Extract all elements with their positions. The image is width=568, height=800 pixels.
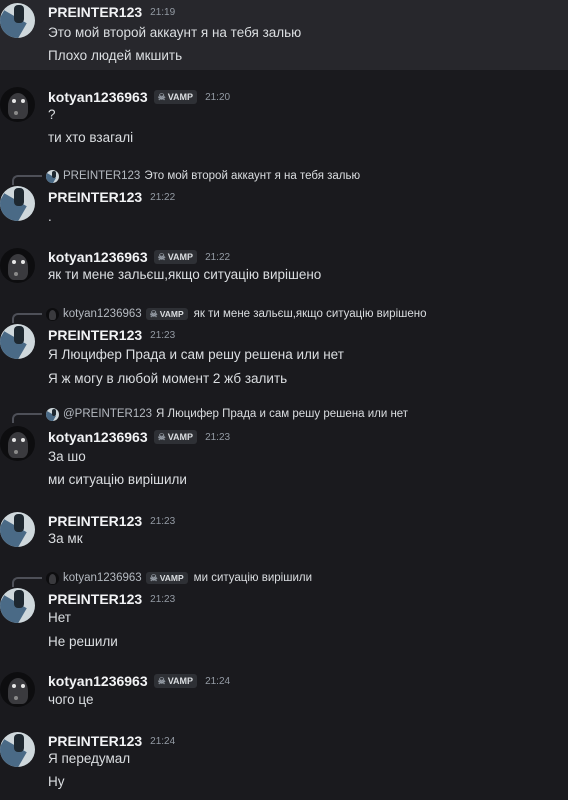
timestamp: 21:23 [205, 431, 231, 443]
username[interactable]: PREINTER123 [48, 591, 142, 607]
reply-username[interactable]: @PREINTER123 [63, 408, 152, 420]
skull-icon: ☠ [157, 675, 166, 686]
reply-clan-tag: ☠ VAMP [145, 572, 188, 584]
chat-message[interactable]: kotyan1236963 ☠ VAMP 21:24 чого це [0, 668, 568, 718]
message-text: ми ситуацію вирішили [48, 472, 187, 487]
message-text: Не решили [48, 634, 118, 649]
reply-reference[interactable]: kotyan1236963 ☠ VAMP ми ситуацію вирішили [12, 570, 313, 587]
chat-message[interactable]: kotyan1236963 ☠ VAMP 21:20 ? ти хто взага… [0, 82, 568, 152]
username[interactable]: kotyan1236963 [48, 89, 148, 105]
clan-tag-label: VAMP [167, 432, 194, 442]
username[interactable]: PREINTER123 [48, 513, 142, 529]
chat-message[interactable]: PREINTER123 Это мой второй аккаунт я на … [0, 166, 568, 232]
message-text: Это мой второй аккаунт я на тебя залью [48, 25, 302, 40]
message-text: Я Люцифер Прада и сам решу решена или не… [48, 347, 344, 362]
chat-message[interactable]: kotyan1236963 ☠ VAMP як ти мене зальєш,як… [0, 304, 568, 390]
timestamp: 21:22 [150, 191, 176, 203]
username[interactable]: PREINTER123 [48, 4, 142, 20]
reply-username[interactable]: PREINTER123 [63, 170, 140, 182]
clan-tag-label: VAMP [167, 92, 194, 102]
message-text: За мк [48, 531, 83, 546]
timestamp: 21:19 [150, 6, 176, 18]
message-text: Я передумал [48, 751, 131, 766]
reply-reference[interactable]: PREINTER123 Это мой второй аккаунт я на … [12, 168, 361, 185]
chat-message[interactable]: PREINTER123 21:24 Я передумал Ну [0, 728, 568, 800]
message-text: Плохо людей мкшить [48, 48, 183, 63]
avatar[interactable] [0, 324, 35, 359]
reply-text: як ти мене зальєш,якщо ситуацію вирішено [193, 308, 427, 320]
reply-text: Я Люцифер Прада и сам решу решена или не… [156, 408, 409, 420]
reply-avatar [46, 407, 59, 421]
timestamp: 21:22 [205, 251, 231, 263]
message-text: Нет [48, 610, 71, 625]
clan-tag[interactable]: ☠ VAMP [153, 250, 198, 264]
reply-avatar [46, 169, 59, 183]
username[interactable]: PREINTER123 [48, 189, 142, 205]
chat-message[interactable]: kotyan1236963 ☠ VAMP ми ситуацію вирішили… [0, 568, 568, 654]
reply-reference[interactable]: @PREINTER123 Я Люцифер Прада и сам решу … [12, 406, 409, 423]
clan-tag-label: VAMP [159, 573, 184, 583]
chat-message[interactable]: kotyan1236963 ☠ VAMP 21:22 як ти мене зал… [0, 244, 568, 294]
clan-tag-label: VAMP [167, 676, 194, 686]
username[interactable]: kotyan1236963 [48, 249, 148, 265]
skull-icon: ☠ [157, 251, 166, 262]
avatar[interactable] [0, 248, 35, 283]
avatar[interactable] [0, 672, 35, 707]
message-text: ? [48, 107, 56, 122]
timestamp: 21:23 [150, 329, 176, 341]
message-text: чого це [48, 692, 94, 707]
reply-text: Это мой второй аккаунт я на тебя залью [144, 170, 361, 182]
avatar[interactable] [0, 588, 35, 623]
message-text: Ну [48, 774, 65, 789]
reply-connector [12, 313, 42, 323]
message-text: як ти мене зальєш,якщо ситуацію вирішено [48, 267, 322, 282]
clan-tag-label: VAMP [167, 252, 194, 262]
message-text: Я ж могу в любой момент 2 жб залить [48, 371, 288, 386]
message-text: За шо [48, 449, 86, 464]
reply-avatar [46, 307, 59, 321]
username[interactable]: kotyan1236963 [48, 673, 148, 689]
chat-message[interactable]: PREINTER123 21:19 Это мой второй аккаунт… [0, 0, 568, 70]
clan-tag[interactable]: ☠ VAMP [153, 90, 198, 104]
username[interactable]: PREINTER123 [48, 327, 142, 343]
avatar[interactable] [0, 3, 35, 38]
skull-icon: ☠ [157, 91, 166, 102]
reply-avatar [46, 571, 59, 585]
message-text: . [48, 209, 52, 224]
clan-tag[interactable]: ☠ VAMP [153, 674, 198, 688]
timestamp: 21:24 [205, 675, 231, 687]
clan-tag[interactable]: ☠ VAMP [153, 430, 198, 444]
reply-username[interactable]: kotyan1236963 [63, 308, 142, 320]
clan-tag-label: VAMP [159, 309, 184, 319]
timestamp: 21:23 [150, 593, 176, 605]
chat-message[interactable]: @PREINTER123 Я Люцифер Прада и сам решу … [0, 404, 568, 494]
username[interactable]: kotyan1236963 [48, 429, 148, 445]
avatar[interactable] [0, 87, 35, 122]
chat-message[interactable]: PREINTER123 21:23 За мк [0, 508, 568, 554]
avatar[interactable] [0, 426, 35, 461]
avatar[interactable] [0, 512, 35, 547]
username[interactable]: PREINTER123 [48, 733, 142, 749]
reply-connector [12, 413, 42, 423]
skull-icon: ☠ [157, 431, 166, 442]
reply-connector [12, 175, 42, 185]
reply-connector [12, 577, 42, 587]
reply-text: ми ситуацію вирішили [193, 572, 313, 584]
reply-reference[interactable]: kotyan1236963 ☠ VAMP як ти мене зальєш,як… [12, 306, 427, 323]
skull-icon: ☠ [149, 572, 158, 583]
avatar[interactable] [0, 732, 35, 767]
timestamp: 21:24 [150, 735, 176, 747]
avatar[interactable] [0, 186, 35, 221]
skull-icon: ☠ [149, 308, 158, 319]
timestamp: 21:23 [150, 515, 176, 527]
reply-clan-tag: ☠ VAMP [145, 308, 188, 320]
timestamp: 21:20 [205, 91, 231, 103]
message-text: ти хто взагалі [48, 130, 134, 145]
reply-username[interactable]: kotyan1236963 [63, 572, 142, 584]
